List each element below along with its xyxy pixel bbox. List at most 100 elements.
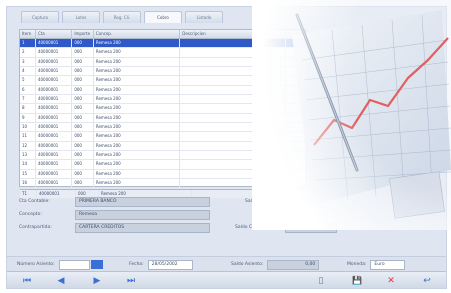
table-cell[interactable]: 40000001 — [36, 57, 73, 67]
table-cell[interactable]: 40000001 — [36, 104, 73, 113]
cta-contable-field[interactable]: PRIMERA BANCO — [75, 196, 210, 207]
table-cell[interactable]: 15 — [20, 169, 36, 179]
table-cell[interactable] — [180, 160, 256, 169]
table-cell[interactable] — [180, 48, 256, 57]
table-cell[interactable]: 40000001 — [36, 151, 73, 160]
table-cell[interactable] — [180, 113, 256, 123]
table-cell[interactable]: Remesa 200 — [94, 123, 181, 132]
table-cell[interactable]: 000 — [72, 85, 94, 95]
table-cell[interactable]: Remesa 200 — [94, 151, 181, 160]
table-cell[interactable]: 40000001 — [36, 160, 73, 169]
table-cell[interactable]: Remesa 200 — [94, 179, 181, 188]
table-cell[interactable]: 000 — [72, 39, 94, 48]
table-cell[interactable]: 2 — [20, 48, 36, 57]
table-cell[interactable]: Remesa 200 — [94, 57, 181, 67]
tab-listado[interactable]: Listado — [185, 11, 223, 23]
table-cell[interactable]: 40000001 — [36, 85, 73, 95]
table-cell[interactable]: Remesa 200 — [94, 39, 181, 48]
table-cell[interactable] — [180, 39, 256, 48]
first-record-icon[interactable]: ⏮ — [17, 274, 37, 287]
last-record-icon[interactable]: ⏭ — [121, 274, 141, 287]
new-document-icon[interactable]: ▯ — [311, 274, 331, 287]
table-cell[interactable]: Remesa 200 — [94, 160, 181, 169]
concepto-field[interactable]: Remesa — [75, 209, 210, 220]
table-cell[interactable]: 40000001 — [36, 123, 73, 132]
table-cell[interactable]: 40000001 — [36, 132, 73, 141]
table-cell[interactable]: Remesa 200 — [94, 67, 181, 76]
table-cell[interactable]: 000 — [72, 169, 94, 179]
table-cell[interactable] — [180, 95, 256, 104]
table-cell[interactable]: 4 — [20, 67, 36, 76]
table-cell[interactable] — [180, 57, 256, 67]
floppy-disk-icon[interactable]: 💾 — [347, 274, 367, 287]
table-cell[interactable]: 000 — [72, 76, 94, 85]
next-record-icon[interactable]: ▶ — [87, 274, 107, 287]
table-cell[interactable]: 40000001 — [36, 95, 73, 104]
table-cell[interactable]: 10 — [20, 123, 36, 132]
table-cell[interactable]: 000 — [72, 67, 94, 76]
tab-captura[interactable]: Captura — [21, 11, 59, 23]
column-header[interactable]: Cta — [36, 30, 73, 38]
numero-asiento-spinner[interactable] — [90, 260, 103, 269]
column-header[interactable]: Concep. — [94, 30, 181, 38]
column-header[interactable]: Descripcion — [180, 30, 256, 38]
table-cell[interactable]: 40000001 — [36, 76, 73, 85]
table-cell[interactable]: 000 — [72, 57, 94, 67]
table-cell[interactable]: Remesa 200 — [94, 169, 181, 179]
tab-reg-cli[interactable]: Reg. Cli. — [103, 11, 141, 23]
previous-record-icon[interactable]: ◀ — [51, 274, 71, 287]
table-cell[interactable]: 13 — [20, 151, 36, 160]
table-cell[interactable]: 12 — [20, 141, 36, 151]
tab-lotes[interactable]: Lotes — [62, 11, 100, 23]
table-cell[interactable]: 5 — [20, 76, 36, 85]
table-cell[interactable]: 14 — [20, 160, 36, 169]
table-cell[interactable]: 40000001 — [36, 141, 73, 151]
table-cell[interactable] — [180, 141, 256, 151]
table-cell[interactable]: 000 — [72, 141, 94, 151]
table-cell[interactable] — [180, 76, 256, 85]
table-cell[interactable]: Remesa 200 — [94, 104, 181, 113]
table-cell[interactable]: Remesa 200 — [94, 113, 181, 123]
table-cell[interactable]: 000 — [72, 160, 94, 169]
column-header[interactable]: Item — [20, 30, 36, 38]
table-cell[interactable]: 6 — [20, 85, 36, 95]
table-cell[interactable]: 000 — [72, 179, 94, 188]
table-cell[interactable] — [180, 85, 256, 95]
table-cell[interactable]: 40000001 — [36, 113, 73, 123]
table-cell[interactable]: 7 — [20, 95, 36, 104]
table-cell[interactable] — [180, 179, 256, 188]
table-cell[interactable]: 40000001 — [36, 169, 73, 179]
table-cell[interactable]: Remesa 200 — [94, 85, 181, 95]
exit-arrow-icon[interactable]: ↩ — [417, 274, 437, 287]
numero-asiento-field[interactable] — [58, 259, 90, 270]
table-cell[interactable]: 000 — [72, 123, 94, 132]
table-cell[interactable]: 000 — [72, 151, 94, 160]
table-cell[interactable]: 000 — [72, 104, 94, 113]
table-cell[interactable]: 000 — [72, 48, 94, 57]
table-cell[interactable] — [180, 104, 256, 113]
table-cell[interactable] — [180, 151, 256, 160]
delete-x-icon[interactable]: ✕ — [381, 274, 401, 287]
table-cell[interactable]: 40000001 — [36, 67, 73, 76]
table-cell[interactable] — [180, 123, 256, 132]
table-cell[interactable]: Remesa 200 — [94, 48, 181, 57]
fecha-field[interactable]: 28/05/2002 — [147, 259, 193, 270]
table-cell[interactable]: Remesa 200 — [94, 132, 181, 141]
table-cell[interactable]: 16 — [20, 179, 36, 188]
tab-cobro[interactable]: Cobro — [144, 11, 182, 23]
table-cell[interactable]: 000 — [72, 132, 94, 141]
table-cell[interactable]: 1 — [20, 39, 36, 48]
table-cell[interactable]: 11 — [20, 132, 36, 141]
table-cell[interactable]: Remesa 200 — [94, 95, 181, 104]
table-cell[interactable]: 000 — [72, 113, 94, 123]
table-cell[interactable]: 40000001 — [36, 179, 73, 188]
table-cell[interactable]: 3 — [20, 57, 36, 67]
table-cell[interactable] — [180, 67, 256, 76]
column-header[interactable]: Importe — [72, 30, 94, 38]
table-cell[interactable]: 8 — [20, 104, 36, 113]
table-cell[interactable]: Remesa 200 — [94, 141, 181, 151]
table-cell[interactable]: 9 — [20, 113, 36, 123]
moneda-field[interactable]: Euro — [370, 259, 406, 270]
table-cell[interactable]: 40000001 — [36, 48, 73, 57]
table-cell[interactable]: 000 — [72, 95, 94, 104]
